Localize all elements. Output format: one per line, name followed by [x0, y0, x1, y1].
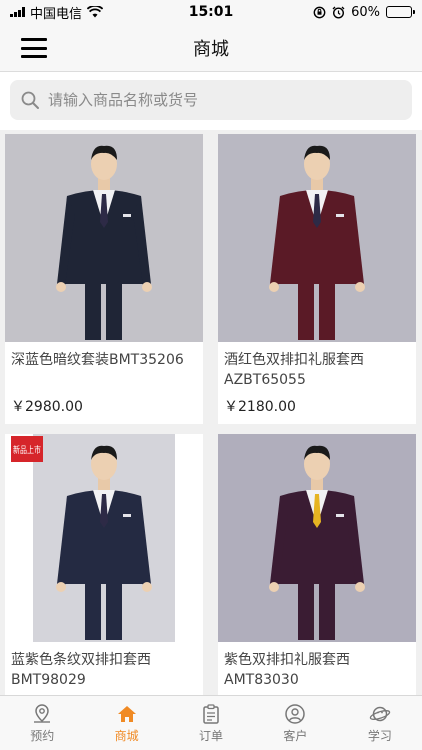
product-image[interactable]	[5, 134, 203, 342]
pocket-square	[123, 514, 131, 517]
tab-label: 学习	[367, 728, 392, 743]
tab-label: 预约	[30, 728, 55, 743]
product-card[interactable]: 紫色双排扣礼服套西AMT83030	[218, 434, 416, 695]
nav-bar: 商城	[0, 24, 422, 72]
clipboard-icon	[203, 703, 219, 724]
tab-appointment[interactable]: 预约	[0, 696, 84, 750]
model-photo	[269, 145, 365, 340]
search-icon	[21, 91, 39, 109]
page-title: 商城	[193, 38, 229, 60]
tab-label: 订单	[199, 728, 224, 743]
pocket-square	[336, 514, 344, 517]
status-right: 60%	[262, 4, 415, 20]
tab-label: 商城	[114, 728, 139, 743]
home-icon	[117, 705, 136, 722]
status-bar: 中国电信 15:01 60%	[0, 0, 422, 24]
search-bar	[0, 72, 422, 130]
wifi-icon	[87, 6, 104, 18]
tab-bar: 预约 商城 订单 客户 学习	[0, 695, 422, 750]
product-price: ￥2980.00	[11, 399, 83, 415]
user-icon	[285, 703, 306, 724]
model-photo	[56, 145, 152, 340]
product-name: 蓝紫色条纹双排扣套西BMT98029	[11, 652, 151, 688]
product-card[interactable]: 酒红色双排扣礼服套西AZBT65055 ￥2180.00	[218, 134, 416, 424]
product-price: ￥2180.00	[224, 399, 296, 415]
carrier-label: 中国电信	[30, 6, 83, 22]
product-name: 紫色双排扣礼服套西AMT83030	[224, 652, 350, 688]
product-image[interactable]	[218, 134, 416, 342]
rotation-lock-icon	[313, 6, 326, 18]
search-box[interactable]	[10, 80, 412, 120]
new-arrival-badge: 新品上市	[11, 436, 43, 462]
search-input[interactable]	[48, 91, 402, 109]
product-name: 深蓝色暗纹套装BMT35206	[11, 352, 184, 368]
pocket-square	[123, 214, 131, 217]
product-grid: 深蓝色暗纹套装BMT35206 ￥2980.00 酒红色双排扣礼服套西AZBT6…	[0, 130, 422, 695]
battery-percent: 60%	[351, 4, 380, 20]
model-photo: 新品上市	[5, 434, 203, 642]
pocket-square	[336, 214, 344, 217]
hand	[56, 582, 66, 592]
hand	[56, 282, 66, 292]
product-image[interactable]	[218, 434, 416, 642]
hand	[142, 582, 152, 592]
product-card[interactable]: 深蓝色暗纹套装BMT35206 ￥2980.00	[5, 134, 203, 424]
tab-orders[interactable]: 订单	[169, 696, 253, 750]
location-pin-icon	[34, 703, 51, 723]
product-image[interactable]: 新品上市	[5, 434, 203, 642]
menu-icon[interactable]	[18, 36, 50, 60]
tab-learning[interactable]: 学习	[338, 696, 422, 750]
signal-icon	[10, 7, 25, 17]
planet-icon	[369, 706, 391, 721]
svg-text:新品上市: 新品上市	[13, 444, 41, 456]
hand	[142, 282, 152, 292]
battery-icon	[386, 6, 415, 18]
product-card[interactable]: 新品上市 蓝紫色条纹双排扣套西BMT98029	[5, 434, 203, 695]
tab-customers[interactable]: 客户	[253, 696, 337, 750]
tab-mall[interactable]: 商城	[84, 696, 168, 750]
status-left: 中国电信	[10, 3, 160, 22]
hand	[269, 582, 279, 592]
hand	[355, 282, 365, 292]
model-photo	[269, 445, 365, 640]
hand	[355, 582, 365, 592]
alarm-icon	[332, 6, 345, 19]
tab-label: 客户	[283, 728, 308, 743]
hand	[269, 282, 279, 292]
status-time: 15:01	[188, 4, 234, 20]
product-name: 酒红色双排扣礼服套西AZBT65055	[224, 352, 364, 388]
